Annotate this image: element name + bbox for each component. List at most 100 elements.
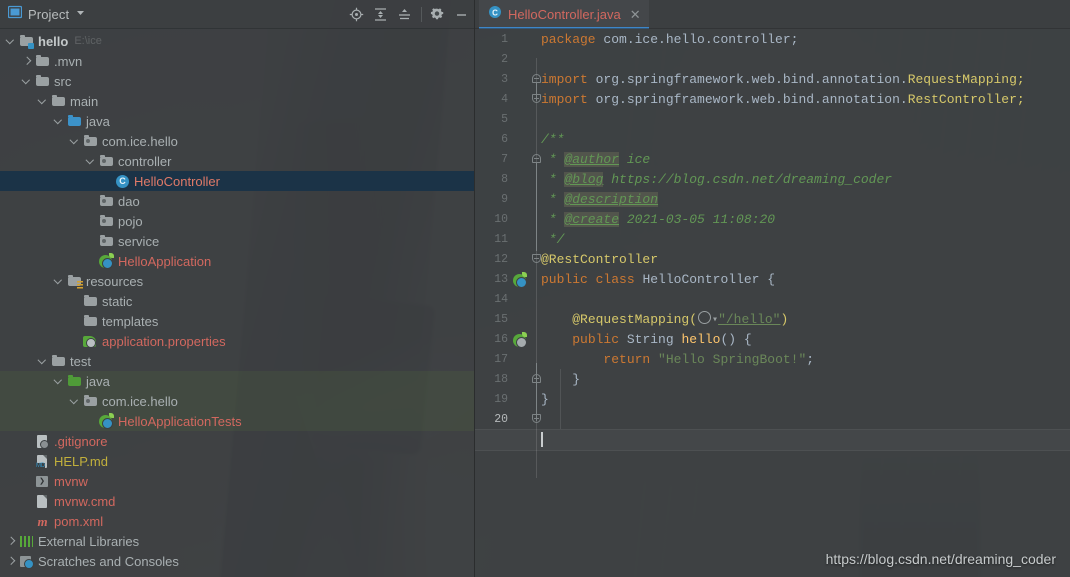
tree-row-com-ice-hello[interactable]: com.ice.hello <box>0 131 474 151</box>
project-tool-window: Project hello E:\ice .mvn src main java … <box>0 0 474 577</box>
chevron-down-icon[interactable] <box>38 356 49 367</box>
tree-row-resources[interactable]: resources <box>0 271 474 291</box>
editor-tab-hellocontroller[interactable]: C HelloController.java ✕ <box>479 0 649 29</box>
chevron-right-icon[interactable] <box>6 556 17 567</box>
close-icon[interactable]: ✕ <box>630 8 641 21</box>
locate-icon[interactable] <box>345 3 367 25</box>
tree-row-com-ice-hello[interactable]: com.ice.hello <box>0 391 474 411</box>
current-line-highlight <box>475 429 1070 451</box>
chevron-down-icon[interactable] <box>54 376 65 387</box>
code-line[interactable]: 12 @RestController <box>475 250 1070 270</box>
tree-row-java[interactable]: java <box>0 371 474 391</box>
code-line[interactable]: 10 * @create 2021-03-05 11:08:20 <box>475 210 1070 230</box>
code-line[interactable]: 6 /** <box>475 130 1070 150</box>
collapse-all-icon[interactable] <box>369 3 391 25</box>
tree-row-gitignore[interactable]: .gitignore <box>0 431 474 451</box>
code-line[interactable]: 4 import org.springframework.web.bind.ann… <box>475 90 1070 110</box>
chevron-down-icon[interactable] <box>70 396 81 407</box>
fold-marker[interactable] <box>532 94 541 103</box>
code-line[interactable]: 15 @RequestMapping(▾"/hello") <box>475 310 1070 330</box>
fold-marker[interactable] <box>532 74 541 83</box>
code-line[interactable]: 2 <box>475 50 1070 70</box>
fold-marker[interactable] <box>532 414 541 423</box>
tree-row-mvn[interactable]: .mvn <box>0 51 474 71</box>
spring-mapping-gutter-icon[interactable] <box>513 332 527 348</box>
editor-tab-label: HelloController.java <box>508 7 621 22</box>
tree-row-main[interactable]: main <box>0 91 474 111</box>
chevron-down-icon[interactable] <box>6 36 17 47</box>
code-line-text: public class HelloController { <box>541 272 776 287</box>
tree-row-test[interactable]: test <box>0 351 474 371</box>
tree-row-src[interactable]: src <box>0 71 474 91</box>
java-class-icon: C <box>115 174 130 189</box>
tree-row-helloapplication[interactable]: HelloApplication <box>0 251 474 271</box>
tree-row-dao[interactable]: dao <box>0 191 474 211</box>
tree-row-service[interactable]: service <box>0 231 474 251</box>
code-line[interactable]: 13 public class HelloController { <box>475 270 1070 290</box>
code-line[interactable]: 7 * @author ice <box>475 150 1070 170</box>
tree-row-mvnw-cmd[interactable]: mvnw.cmd <box>0 491 474 511</box>
tree-row-label: java <box>86 113 110 129</box>
code-line-text: * @author ice <box>541 152 651 167</box>
code-line[interactable]: 3 import org.springframework.web.bind.ann… <box>475 70 1070 90</box>
chevron-down-icon[interactable] <box>70 136 81 147</box>
tree-row-hellocontroller[interactable]: C HelloController <box>0 171 474 191</box>
code-line[interactable]: 8 * @blog https://blog.csdn.net/dreaming… <box>475 170 1070 190</box>
code-line[interactable]: 20 <box>475 410 1070 430</box>
chevron-down-icon[interactable] <box>22 76 33 87</box>
tree-row-java[interactable]: java <box>0 111 474 131</box>
fold-marker[interactable] <box>532 374 541 383</box>
project-tree[interactable]: hello E:\ice .mvn src main java com.ice.hello c… <box>0 31 474 571</box>
code-line[interactable]: 11 */ <box>475 230 1070 250</box>
fold-marker[interactable] <box>532 254 541 263</box>
tree-row-mvnw[interactable]: ❯ mvnw <box>0 471 474 491</box>
tree-arrow-placeholder <box>86 416 97 427</box>
code-line-text: } <box>541 392 549 407</box>
code-line[interactable]: 16 public String hello() { <box>475 330 1070 350</box>
chevron-down-icon[interactable] <box>54 276 65 287</box>
tree-row-label: controller <box>118 153 172 169</box>
tree-row-application-properties[interactable]: application.properties <box>0 331 474 351</box>
tree-row-pojo[interactable]: pojo <box>0 211 474 231</box>
code-line-text: @RestController <box>541 252 659 267</box>
code-line[interactable]: 1 package com.ice.hello.controller; <box>475 30 1070 50</box>
tree-row-hello[interactable]: hello E:\ice <box>0 31 474 51</box>
line-number: 19 <box>494 393 508 406</box>
code-line[interactable]: 14 <box>475 290 1070 310</box>
code-line-text: /** <box>541 132 565 147</box>
code-line[interactable]: 19} <box>475 390 1070 410</box>
chevron-down-icon[interactable] <box>86 156 97 167</box>
tree-row-label: HelloController <box>134 173 220 189</box>
line-number: 9 <box>501 193 508 206</box>
chevron-down-icon[interactable] <box>54 116 65 127</box>
code-line[interactable]: 9 * @description <box>475 190 1070 210</box>
tree-row-templates[interactable]: templates <box>0 311 474 331</box>
tree-row-external-libraries[interactable]: External Libraries <box>0 531 474 551</box>
line-number: 8 <box>501 173 508 186</box>
gear-icon[interactable] <box>426 3 448 25</box>
tree-row-controller[interactable]: controller <box>0 151 474 171</box>
chevron-down-icon[interactable] <box>75 5 86 23</box>
code-line-text: return "Hello SpringBoot!"; <box>603 352 815 367</box>
tree-row-static[interactable]: static <box>0 291 474 311</box>
chevron-right-icon[interactable] <box>6 536 17 547</box>
markdown-icon: MD <box>35 454 50 469</box>
code-line-text: public String hello() { <box>572 332 752 347</box>
code-line[interactable]: 17 return "Hello SpringBoot!"; <box>475 350 1070 370</box>
tree-row-helloapplicationtests[interactable]: HelloApplicationTests <box>0 411 474 431</box>
tree-row-label: HELP.md <box>54 453 108 469</box>
fold-marker[interactable] <box>532 154 541 163</box>
minimize-icon[interactable] <box>450 3 472 25</box>
code-line[interactable]: 5 <box>475 110 1070 130</box>
tree-row-pom-xml[interactable]: m pom.xml <box>0 511 474 531</box>
spring-bean-gutter-icon[interactable] <box>513 272 527 288</box>
code-line[interactable]: 18 } <box>475 370 1070 390</box>
chevron-down-icon[interactable] <box>38 96 49 107</box>
expand-settings-icon[interactable] <box>393 3 415 25</box>
code-area[interactable]: 1 package com.ice.hello.controller; 2 3 impo… <box>475 29 1070 577</box>
tree-row-label: .gitignore <box>54 433 108 449</box>
tree-arrow-placeholder <box>22 496 33 507</box>
tree-row-scratches-and-consoles[interactable]: Scratches and Consoles <box>0 551 474 571</box>
tree-row-help-md[interactable]: MD HELP.md <box>0 451 474 471</box>
chevron-right-icon[interactable] <box>22 56 33 67</box>
